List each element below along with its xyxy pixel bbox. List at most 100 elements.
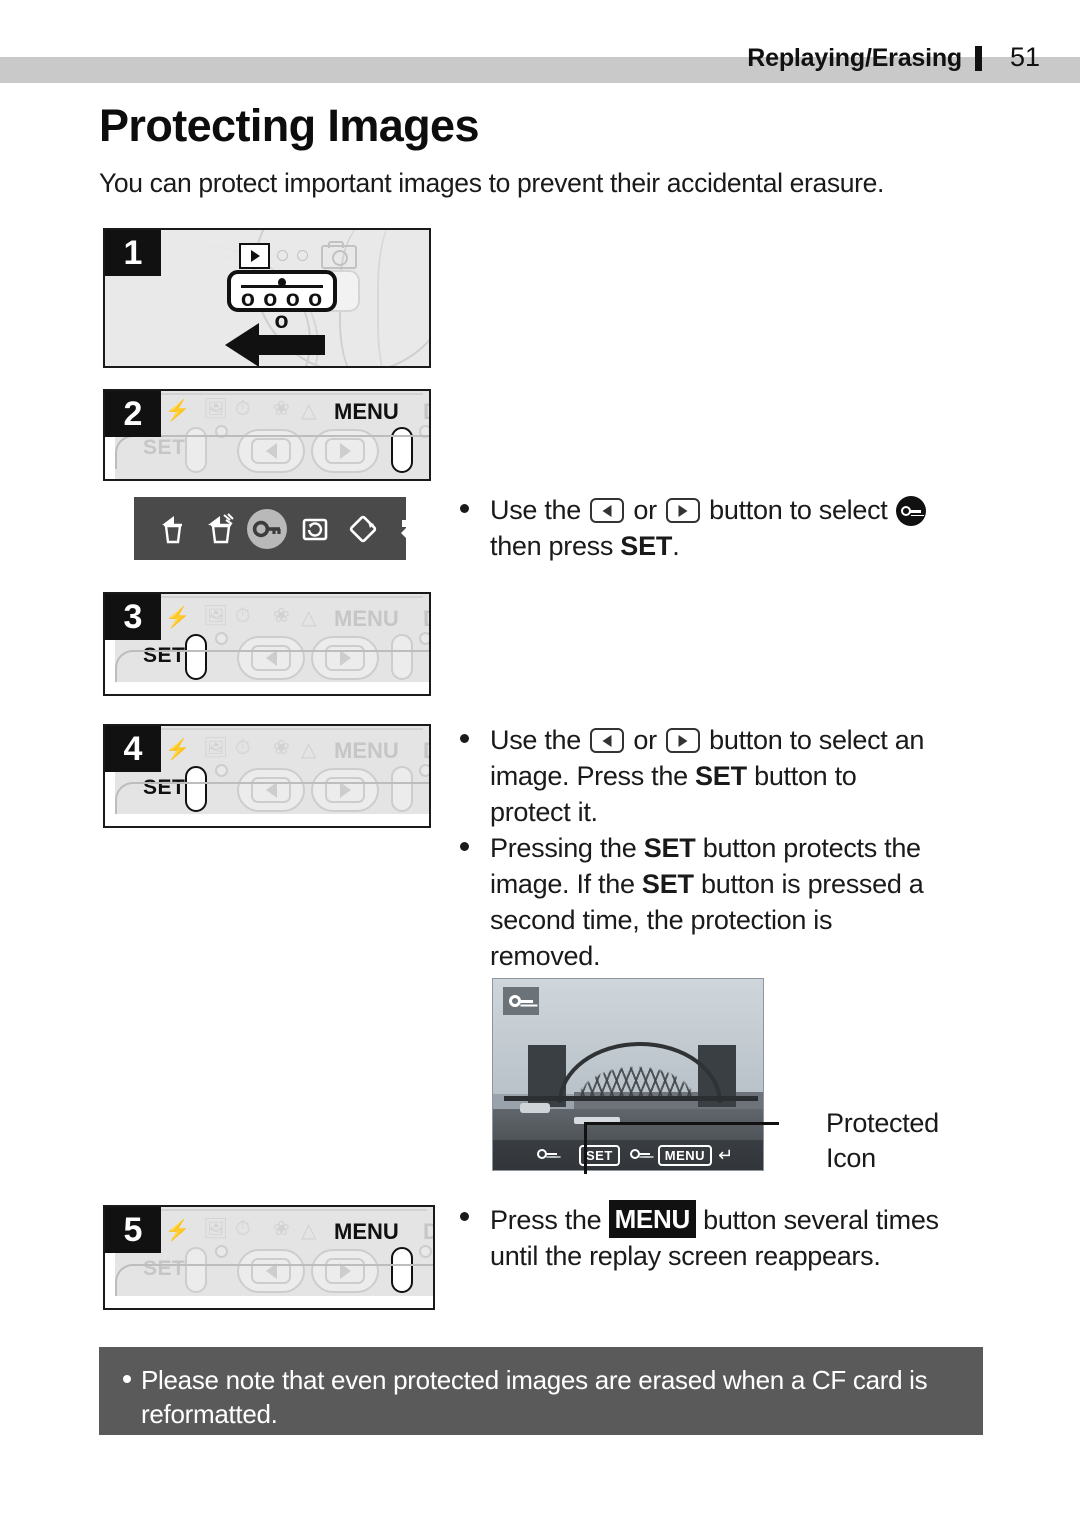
camera-bottom-curve (115, 782, 429, 816)
instruction-text: Press the MENU button several times until… (490, 1200, 1000, 1274)
panel-bottom-gutter (105, 682, 429, 694)
indicator-led-right (419, 632, 429, 645)
step-number-badge: 5 (105, 1207, 161, 1253)
step-1-illustration: o o o o o 1 (103, 228, 431, 368)
hud-menu-button[interactable]: MENU (657, 1144, 713, 1166)
callout-line-1: Protected (826, 1108, 939, 1138)
menu-button-label: MENU (334, 606, 399, 631)
camera-top-edge (157, 728, 423, 737)
continuous-drive-icon: 🖼 (203, 737, 229, 759)
playback-mode-icon (239, 243, 270, 269)
self-timer-icon: ⏱ (235, 737, 251, 759)
step-number-badge: 2 (105, 391, 161, 437)
indicator-led-left (215, 1245, 228, 1258)
landscape-icon: △ (301, 607, 317, 629)
step-2-illustration: ⚡ 🖼 ⏱ ❀ △ MENU DISP SET 2 (103, 389, 431, 481)
flash-icon: ⚡ (165, 607, 190, 629)
instruction-text: Pressing the SET button protects the imag… (490, 833, 924, 971)
instruction-text: Use the or button to select then press S… (490, 492, 990, 564)
mode-switch[interactable]: o o o o o (227, 270, 337, 332)
disp-button-label: DISP (423, 738, 429, 764)
panel-left-gutter (105, 638, 115, 694)
intro-paragraph: You can protect important images to prev… (99, 168, 885, 198)
flash-icon: ⚡ (165, 400, 190, 422)
shooting-mode-icon (321, 241, 357, 269)
bullet-dot (123, 1375, 131, 1383)
continuous-drive-icon: 🖼 (203, 398, 229, 420)
continuous-drive-icon: 🖼 (203, 605, 229, 627)
step-3-illustration: ⚡ 🖼 ⏱ ❀ △ MENU DISP SET 3 (103, 592, 431, 696)
indicator-led-right (419, 1245, 432, 1258)
return-arrow-icon: ↵ (718, 1145, 734, 1165)
panel-left-gutter (105, 435, 115, 479)
menu-button-label: MENU (334, 1219, 399, 1244)
lcd-preview-screen: SET MENU ↵ (492, 978, 764, 1171)
lcd-hud-bar: SET MENU ↵ (493, 1140, 763, 1170)
menu-item-erase-all[interactable] (204, 512, 238, 546)
menu-label-inline: MENU (608, 1200, 696, 1238)
bullet-dot (460, 1212, 469, 1221)
header-section-title: Replaying/Erasing (747, 44, 962, 72)
self-timer-icon: ⏱ (235, 1218, 251, 1240)
menu-item-erase-single[interactable] (156, 512, 190, 546)
panel-left-gutter (105, 1251, 115, 1308)
callout-leader-horizontal (584, 1122, 779, 1125)
panel-left-gutter (105, 770, 115, 826)
note-text: Please note that even protected images a… (141, 1365, 928, 1429)
instruction-exit-menu: Press the MENU button several times until… (460, 1200, 1000, 1274)
menu-item-rotate[interactable] (346, 512, 380, 546)
step-number-badge: 3 (105, 594, 161, 640)
step-4-illustration: ⚡ 🖼 ⏱ ❀ △ MENU DISP SET 4 (103, 724, 431, 828)
step-number-badge: 1 (105, 230, 161, 276)
macro-icon: ❀ (273, 1218, 290, 1240)
instruction-text: Use the or button to select an image. Pre… (490, 725, 925, 827)
landscape-icon: △ (301, 1220, 317, 1242)
protect-key-icon (509, 994, 533, 1008)
menu-item-return[interactable] (392, 512, 426, 546)
page-number: 51 (1009, 42, 1040, 72)
menu-button-label: MENU (334, 738, 399, 763)
protect-key-icon (537, 1149, 557, 1161)
photo-bridge-deck (503, 1096, 758, 1102)
indicator-led-right (419, 764, 429, 777)
panel-bottom-gutter (105, 1296, 433, 1308)
right-button-icon (665, 498, 700, 523)
right-button-icon (665, 728, 700, 753)
camera-top-edge (157, 1209, 427, 1218)
instruction-toggle-protection: Pressing the SET button protects the imag… (460, 830, 990, 974)
camera-right-edge-2 (377, 230, 419, 366)
bullet-dot (460, 734, 469, 743)
panel-bottom-gutter (105, 814, 429, 826)
note-box: Please note that even protected images a… (99, 1347, 983, 1435)
flash-icon: ⚡ (165, 1220, 190, 1242)
photo-boat (520, 1102, 550, 1113)
header-divider-mark (975, 46, 982, 71)
protect-key-icon (895, 496, 926, 526)
mode-dot-1 (277, 250, 288, 261)
flash-icon: ⚡ (165, 739, 190, 761)
step-5-illustration: ⚡ 🖼 ⏱ ❀ △ MENU DISP SET 5 (103, 1205, 435, 1310)
camera-bottom-curve (115, 1264, 433, 1298)
callout-leader-vertical (584, 1122, 587, 1174)
macro-icon: ❀ (273, 398, 290, 420)
disp-button-label: DISP (423, 1219, 433, 1245)
menu-item-protect[interactable] (250, 512, 284, 546)
self-timer-icon: ⏱ (235, 398, 251, 420)
bullet-dot (460, 504, 469, 513)
continuous-drive-icon: 🖼 (203, 1218, 229, 1240)
left-button-icon (590, 728, 625, 753)
bullet-dot (460, 842, 469, 851)
landscape-icon: △ (301, 739, 317, 761)
direction-arrow-icon (225, 323, 325, 366)
indicator-led-left (215, 764, 228, 777)
camera-menu-strip (134, 497, 417, 560)
step-number-badge: 4 (105, 726, 161, 772)
camera-top-edge (157, 596, 423, 605)
protected-icon-callout: Protected Icon (826, 1106, 939, 1176)
menu-item-slideshow[interactable] (298, 512, 332, 546)
callout-line-2: Icon (826, 1143, 876, 1173)
landscape-icon: △ (301, 400, 317, 422)
macro-icon: ❀ (273, 737, 290, 759)
page-title: Protecting Images (99, 100, 480, 151)
mode-dot-2 (297, 250, 308, 261)
